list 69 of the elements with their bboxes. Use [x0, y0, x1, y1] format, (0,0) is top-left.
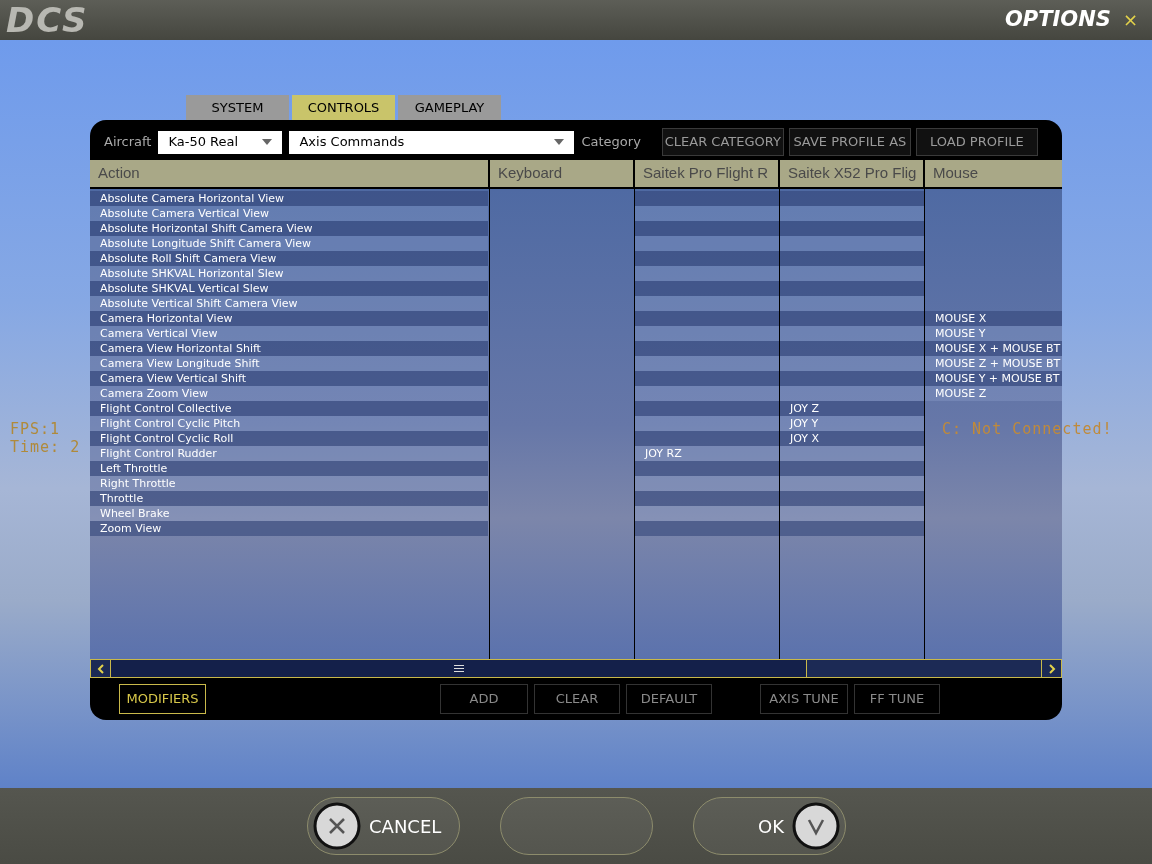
- table-cell: JOY Z: [780, 400, 924, 416]
- table-cell[interactable]: Absolute Longitude Shift Camera View: [90, 235, 488, 251]
- ok-button[interactable]: OK: [693, 797, 846, 855]
- column-header[interactable]: Keyboard: [490, 160, 635, 187]
- table-cell[interactable]: Absolute Roll Shift Camera View: [90, 250, 488, 266]
- table-cell: MOUSE Z + MOUSE BT: [925, 355, 1062, 371]
- close-icon: [313, 802, 361, 850]
- aircraft-dropdown[interactable]: Ka-50 Real: [158, 130, 283, 154]
- action-button[interactable]: AXIS TUNE: [760, 684, 848, 715]
- horizontal-scrollbar[interactable]: [90, 659, 1062, 679]
- column-header[interactable]: Mouse: [925, 160, 1062, 187]
- toolbar-button[interactable]: LOAD PROFILE: [915, 128, 1038, 156]
- table-cell[interactable]: Absolute Camera Vertical View: [90, 205, 488, 221]
- grip-icon: [453, 665, 464, 673]
- table-cell[interactable]: Wheel Brake: [90, 505, 488, 521]
- table-cell[interactable]: Flight Control Collective: [90, 400, 488, 416]
- aircraft-label: Aircraft: [104, 133, 152, 152]
- column-header[interactable]: Saitek X52 Pro Flig: [780, 160, 925, 187]
- table-cell[interactable]: Camera View Vertical Shift: [90, 370, 488, 386]
- table-cell: MOUSE X + MOUSE BT: [925, 340, 1062, 356]
- table-cell[interactable]: Flight Control Cyclic Roll: [90, 430, 488, 446]
- category-label: Category: [581, 133, 641, 152]
- scrollbar-thumb[interactable]: [111, 660, 807, 678]
- table-cell[interactable]: Camera View Longitude Shift: [90, 355, 488, 371]
- table-cell: JOY RZ: [635, 445, 779, 461]
- table-cell: MOUSE Y: [925, 325, 1062, 341]
- caret-icon: [554, 139, 565, 145]
- table-cell[interactable]: Zoom View: [90, 520, 488, 536]
- table-cell[interactable]: Right Throttle: [90, 475, 488, 491]
- action-button[interactable]: FF TUNE: [854, 684, 940, 715]
- table-cell[interactable]: Absolute Camera Horizontal View: [90, 190, 488, 206]
- column-header[interactable]: Action: [90, 160, 490, 187]
- action-button[interactable]: DEFAULT: [626, 684, 712, 715]
- table-cell[interactable]: Camera Vertical View: [90, 325, 488, 341]
- table-cell[interactable]: Absolute Vertical Shift Camera View: [90, 295, 488, 311]
- table-cell[interactable]: Camera View Horizontal Shift: [90, 340, 488, 356]
- commands-dropdown[interactable]: Axis Commands: [289, 130, 575, 154]
- table-cell[interactable]: Flight Control Rudder: [90, 445, 488, 461]
- table-cell[interactable]: Camera Zoom View: [90, 385, 488, 401]
- cancel-button[interactable]: CANCEL: [307, 797, 460, 855]
- table-cell[interactable]: Flight Control Cyclic Pitch: [90, 415, 488, 431]
- action-button[interactable]: ADD: [440, 684, 528, 715]
- table-cell[interactable]: Camera Horizontal View: [90, 310, 488, 326]
- table-cell[interactable]: Absolute Horizontal Shift Camera View: [90, 220, 488, 236]
- logo: DCS: [6, 3, 89, 37]
- tab[interactable]: SYSTEM: [186, 95, 289, 120]
- action-button[interactable]: MODIFIERS: [119, 684, 206, 715]
- table-cell[interactable]: Left Throttle: [90, 460, 488, 476]
- action-button[interactable]: CLEAR: [534, 684, 620, 715]
- time-readout: Time: 2: [10, 437, 81, 458]
- window-title: OPTIONS: [1004, 6, 1111, 34]
- caret-icon: [262, 139, 273, 145]
- fps-readout: FPS:1: [10, 419, 61, 440]
- checkmark-icon: [792, 802, 840, 850]
- table-cell[interactable]: Absolute SHKVAL Horizontal Slew: [90, 265, 488, 281]
- table-cell[interactable]: Absolute SHKVAL Vertical Slew: [90, 280, 488, 296]
- table-cell: JOY X: [780, 430, 924, 446]
- tab[interactable]: GAMEPLAY: [398, 95, 501, 120]
- tab[interactable]: CONTROLS: [292, 95, 395, 120]
- column-header[interactable]: Saitek Pro Flight R: [635, 160, 780, 187]
- toolbar-button[interactable]: CLEAR CATEGORY: [661, 128, 784, 156]
- toolbar-button[interactable]: SAVE PROFILE AS: [788, 128, 911, 156]
- table-cell: JOY Y: [780, 415, 924, 431]
- table-cell[interactable]: Throttle: [90, 490, 488, 506]
- table-cell: MOUSE Y + MOUSE BT: [925, 370, 1062, 386]
- table-cell: MOUSE X: [925, 310, 1062, 326]
- close-button[interactable]: ×: [1122, 11, 1138, 29]
- table-cell: MOUSE Z: [925, 385, 1062, 401]
- connection-status: C: Not Connected!: [942, 419, 1113, 440]
